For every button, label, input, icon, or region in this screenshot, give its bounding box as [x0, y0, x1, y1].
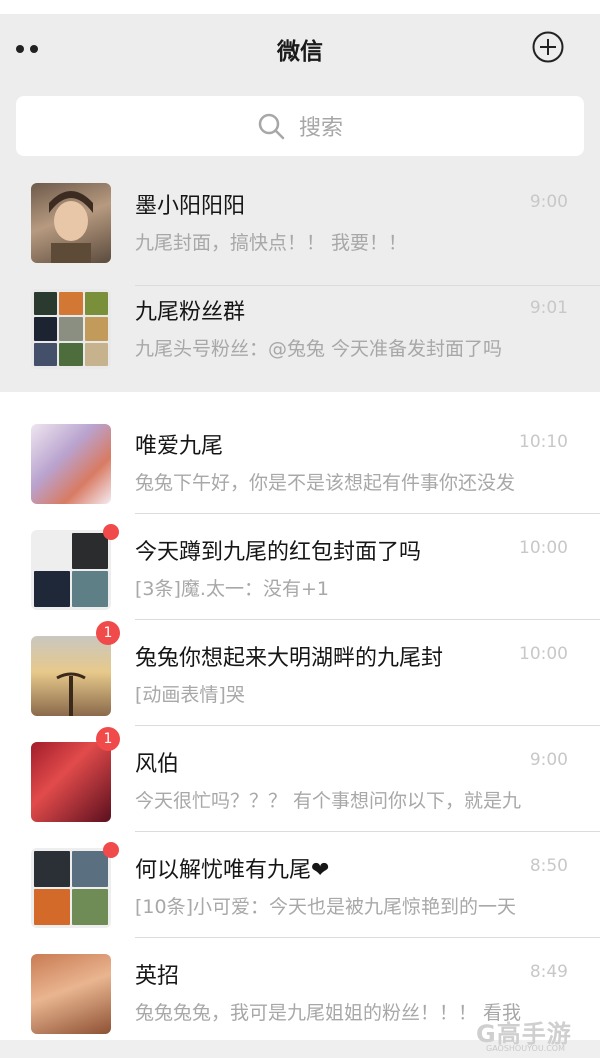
chat-time: 8:49	[529, 962, 568, 982]
unread-badge: 1	[96, 727, 120, 751]
avatar	[31, 424, 111, 504]
search-bar[interactable]: 搜索	[16, 96, 584, 156]
chat-row[interactable]: 墨小阳阳阳 九尾封面，搞快点！！ 我要！！ 9:00	[0, 180, 600, 286]
chat-name: 英招	[135, 964, 180, 989]
chat-row[interactable]: 唯爱九尾 兔兔下午好，你是不是该想起有件事你还没发 10:10	[0, 408, 600, 514]
chat-name: 九尾粉丝群	[135, 300, 246, 325]
chat-time: 9:00	[529, 192, 568, 212]
chat-name: 兔兔你想起来大明湖畔的九尾封	[135, 646, 444, 671]
search-icon	[258, 113, 285, 140]
avatar	[31, 954, 111, 1034]
chat-preview: [动画表情]哭	[135, 684, 245, 706]
chat-name: 今天蹲到九尾的红包封面了吗	[135, 540, 422, 565]
chat-name: 墨小阳阳阳	[135, 194, 246, 219]
chat-row[interactable]: 九尾粉丝群 九尾头号粉丝：@兔兔 今天准备发封面了吗 9:01	[0, 286, 600, 392]
chat-preview: 九尾封面，搞快点！！ 我要！！	[135, 232, 408, 254]
chat-row[interactable]: 1 兔兔你想起来大明湖畔的九尾封 [动画表情]哭 10:00	[0, 620, 600, 726]
unread-badge: 1	[96, 621, 120, 645]
chat-preview: 兔兔下午好，你是不是该想起有件事你还没发	[135, 472, 516, 494]
chat-time: 9:01	[529, 298, 568, 318]
chat-time: 10:00	[519, 644, 568, 664]
chat-name: 唯爱九尾	[135, 434, 224, 459]
add-circle-icon[interactable]	[532, 31, 564, 63]
chat-time: 10:00	[519, 538, 568, 558]
chat-row[interactable]: 何以解忧唯有九尾❤ [10条]小可爱：今天也是被九尾惊艳到的一天 8:50	[0, 832, 600, 938]
page-title: 微信	[277, 39, 323, 65]
header-bar: 微信 搜索	[0, 14, 600, 180]
search-placeholder: 搜索	[298, 116, 343, 141]
chat-time: 8:50	[529, 856, 568, 876]
chat-time: 10:10	[519, 432, 568, 452]
group-avatar	[31, 289, 111, 369]
chat-row[interactable]: 1 风伯 今天很忙吗？？？ 有个事想问你以下，就是九 9:00	[0, 726, 600, 832]
chat-name: 风伯	[135, 752, 180, 777]
unread-dot	[103, 842, 119, 858]
group-avatar	[31, 848, 111, 928]
avatar-portrait-icon	[49, 191, 93, 263]
group-avatar	[31, 530, 111, 610]
avatar	[31, 183, 111, 263]
chat-preview: [3条]魔.太一：没有+1	[135, 578, 329, 600]
unread-dot	[103, 524, 119, 540]
chat-row[interactable]: 今天蹲到九尾的红包封面了吗 [3条]魔.太一：没有+1 10:00	[0, 514, 600, 620]
chat-list: 墨小阳阳阳 九尾封面，搞快点！！ 我要！！ 9:00 九尾粉丝群 九尾头号粉丝：…	[0, 180, 600, 1044]
avatar	[31, 636, 111, 716]
chat-preview: 九尾头号粉丝：@兔兔 今天准备发封面了吗	[135, 338, 503, 360]
chat-name: 何以解忧唯有九尾❤	[135, 858, 330, 883]
chat-time: 9:00	[529, 750, 568, 770]
avatar	[31, 742, 111, 822]
chat-preview: [10条]小可爱：今天也是被九尾惊艳到的一天	[135, 896, 517, 918]
chat-preview: 今天很忙吗？？？ 有个事想问你以下，就是九	[135, 790, 522, 812]
lamp-post-icon	[56, 672, 86, 716]
watermark-url: GAOSHOUYOU.COM	[486, 1044, 566, 1053]
status-strip	[0, 0, 600, 14]
